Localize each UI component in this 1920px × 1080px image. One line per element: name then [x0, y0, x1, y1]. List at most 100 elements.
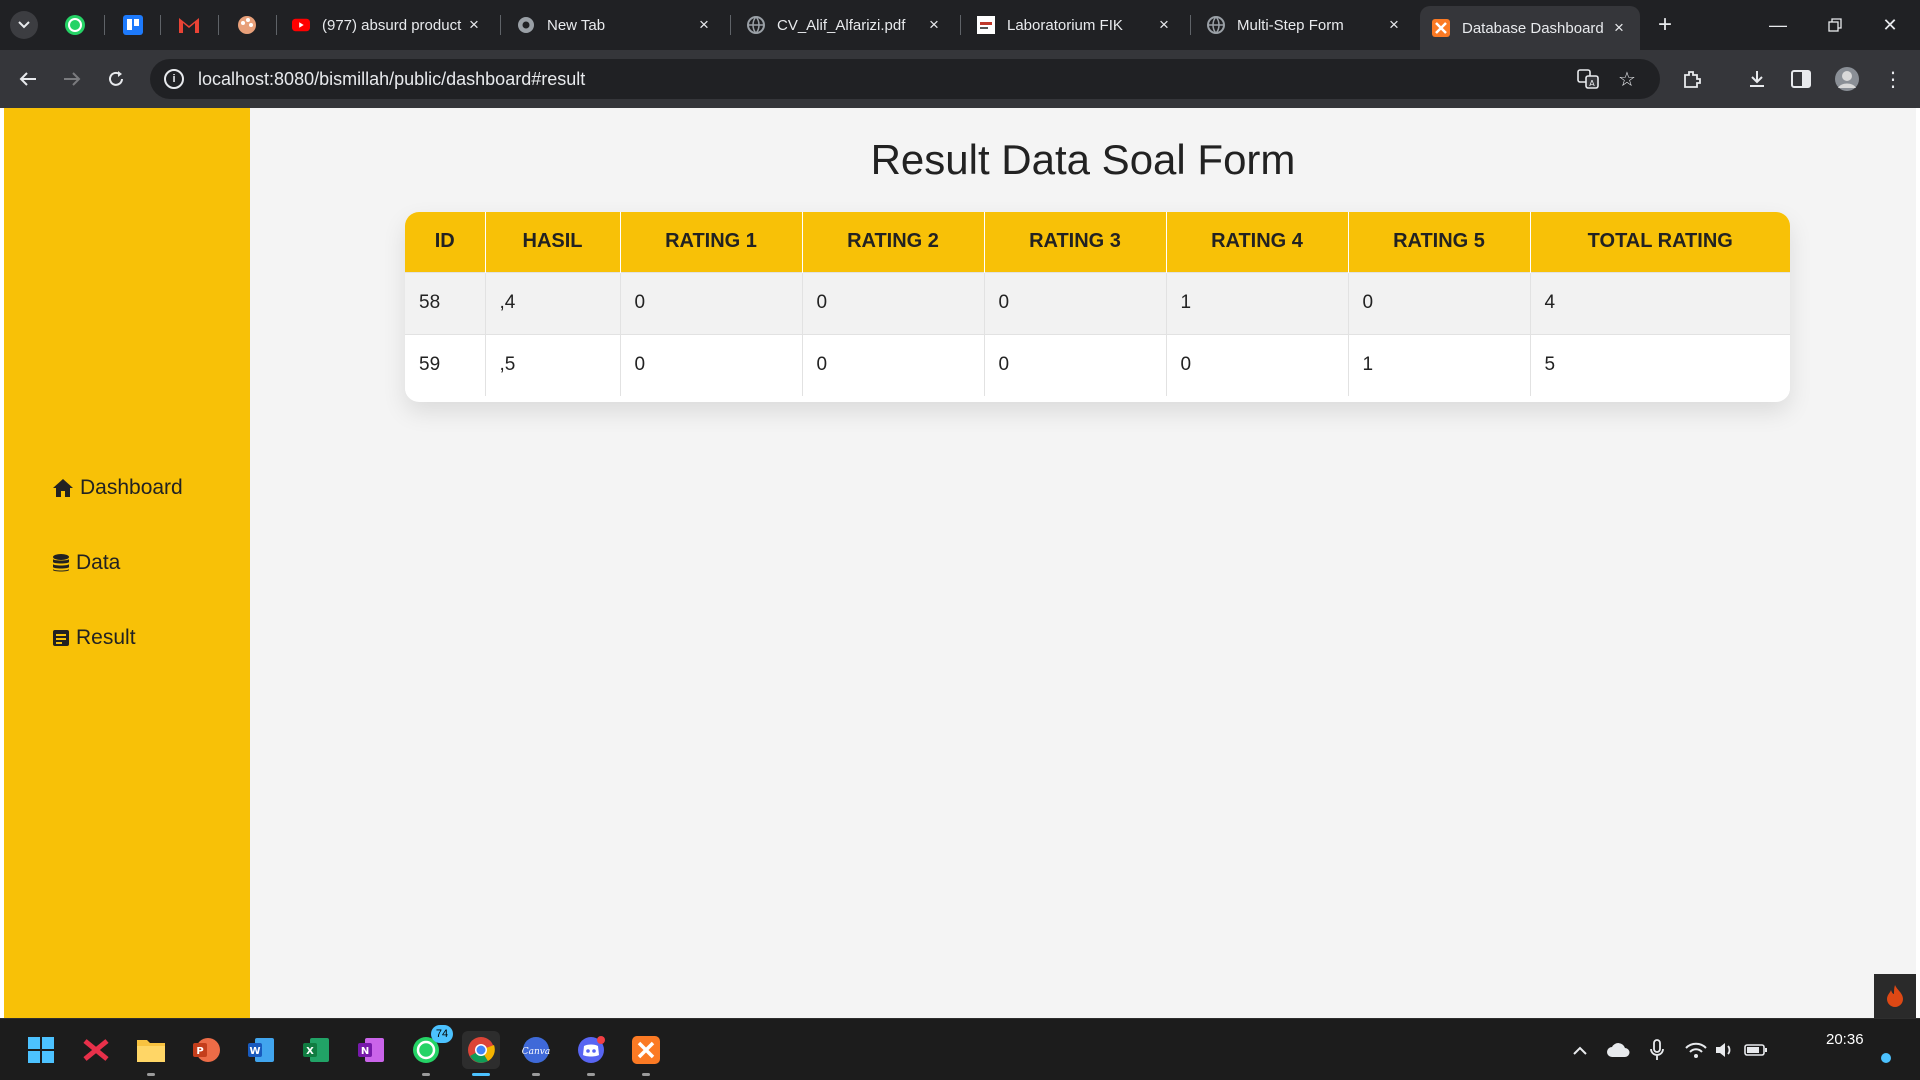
- reload-button[interactable]: [100, 63, 132, 95]
- tab-search-button[interactable]: [10, 11, 38, 39]
- close-icon[interactable]: ×: [465, 15, 483, 35]
- browser-toolbar: i localhost:8080/bismillah/public/dashbo…: [0, 50, 1920, 108]
- minimize-button[interactable]: —: [1758, 10, 1798, 40]
- youtube-icon: [292, 16, 310, 34]
- sidebar-item-label: Result: [76, 626, 136, 649]
- cell-rating-4: 1: [1166, 271, 1349, 334]
- taskbar-app-excel[interactable]: X: [297, 1031, 335, 1069]
- taskbar: P W X N 74 Canva 20:36: [0, 1018, 1920, 1080]
- tab-separator: [730, 15, 731, 35]
- cell-rating-4: 0: [1166, 333, 1349, 396]
- svg-text:P: P: [196, 1046, 203, 1057]
- window-close-button[interactable]: ✕: [1870, 10, 1910, 40]
- bookmark-star-icon[interactable]: ☆: [1612, 64, 1642, 94]
- cell-rating-2: 0: [802, 333, 985, 396]
- chrome-icon: [468, 1037, 495, 1063]
- taskbar-app-powerpoint[interactable]: P: [187, 1031, 225, 1069]
- side-panel-icon[interactable]: [1786, 64, 1816, 94]
- folder-icon: [137, 1040, 165, 1062]
- microphone-icon[interactable]: [1646, 1037, 1668, 1063]
- windows-logo-icon: [28, 1037, 54, 1063]
- reload-icon: [109, 71, 123, 86]
- close-icon[interactable]: ×: [695, 15, 713, 35]
- taskbar-clock[interactable]: 20:36: [1826, 1031, 1864, 1048]
- cell-rating-5: 1: [1348, 333, 1531, 396]
- arrow-right-icon: [64, 72, 81, 86]
- new-tab-button[interactable]: +: [1650, 10, 1680, 40]
- palette-icon: [238, 16, 256, 34]
- taskbar-app-canva[interactable]: Canva: [517, 1031, 555, 1076]
- taskbar-app-word[interactable]: W: [242, 1031, 280, 1069]
- close-icon[interactable]: ×: [925, 15, 943, 35]
- cell-hasil: ,5: [485, 333, 621, 396]
- pinned-tab-whatsapp[interactable]: [60, 10, 90, 40]
- onedrive-cloud-icon[interactable]: [1604, 1037, 1632, 1063]
- svg-text:W: W: [249, 1046, 260, 1057]
- xmind-icon: [83, 1039, 109, 1061]
- download-icon[interactable]: [1742, 64, 1772, 94]
- taskbar-app-chrome[interactable]: [462, 1031, 500, 1076]
- restore-button[interactable]: [1815, 10, 1855, 40]
- close-icon[interactable]: ×: [1155, 15, 1173, 35]
- tab-separator: [960, 15, 961, 35]
- table-header-row: ID HASIL RATING 1 RATING 2 RATING 3 RATI…: [405, 212, 1790, 272]
- column-header-id: ID: [405, 212, 486, 272]
- extensions-icon[interactable]: [1677, 64, 1707, 94]
- battery-icon[interactable]: [1742, 1037, 1770, 1063]
- table-row: 59 ,5 0 0 0 0 1 5: [405, 333, 1790, 396]
- tab-laboratorium[interactable]: Laboratorium FIK ×: [965, 8, 1185, 42]
- sidebar-item-dashboard[interactable]: Dashboard: [52, 476, 183, 500]
- close-icon[interactable]: ×: [1610, 18, 1628, 38]
- volume-icon[interactable]: [1712, 1037, 1738, 1063]
- column-header-rating-4: RATING 4: [1166, 212, 1349, 272]
- tab-separator: [500, 15, 501, 35]
- pinned-tab-gmail[interactable]: [174, 10, 204, 40]
- taskbar-app-file-explorer[interactable]: [132, 1031, 170, 1076]
- column-header-rating-3: RATING 3: [984, 212, 1167, 272]
- taskbar-app-xmind[interactable]: [77, 1031, 115, 1069]
- tab-database-dashboard[interactable]: Database Dashboard ×: [1420, 6, 1640, 50]
- translate-icon[interactable]: A: [1573, 64, 1603, 94]
- tab-cv-pdf[interactable]: CV_Alif_Alfarizi.pdf ×: [735, 8, 955, 42]
- main-content: Result Data Soal Form ID HASIL RATING 1 …: [250, 108, 1916, 1018]
- tab-youtube[interactable]: (977) absurd product ×: [280, 8, 495, 42]
- profile-avatar-icon[interactable]: [1832, 64, 1862, 94]
- notification-dot-icon[interactable]: [1876, 1045, 1896, 1071]
- discord-icon: [578, 1036, 605, 1063]
- taskbar-app-xampp[interactable]: [627, 1031, 665, 1076]
- chrome-icon: [517, 16, 535, 34]
- taskbar-app-whatsapp[interactable]: 74: [407, 1025, 453, 1076]
- sidebar-item-data[interactable]: Data: [52, 551, 120, 575]
- address-bar[interactable]: i localhost:8080/bismillah/public/dashbo…: [150, 59, 1660, 99]
- pinned-tab-trello[interactable]: [118, 10, 148, 40]
- debug-toolbar-button[interactable]: [1874, 974, 1916, 1018]
- cell-total-rating: 4: [1530, 271, 1790, 334]
- forward-button[interactable]: [56, 63, 88, 95]
- cell-hasil: ,4: [485, 271, 621, 334]
- gmail-icon: [179, 18, 199, 33]
- tab-separator: [104, 15, 105, 35]
- sidebar-item-result[interactable]: Result: [52, 626, 136, 650]
- taskbar-app-onenote[interactable]: N: [352, 1031, 390, 1069]
- column-header-rating-2: RATING 2: [802, 212, 985, 272]
- site-info-icon[interactable]: i: [164, 69, 184, 89]
- taskbar-app-discord[interactable]: [572, 1031, 610, 1076]
- svg-text:N: N: [361, 1046, 369, 1057]
- page-viewport: Dashboard Data Result Result Data Soal F…: [4, 108, 1916, 1018]
- start-button[interactable]: [22, 1031, 60, 1069]
- tab-multi-step-form[interactable]: Multi-Step Form ×: [1195, 8, 1415, 42]
- pinned-tab-palette[interactable]: [232, 10, 262, 40]
- running-indicator: [532, 1073, 540, 1076]
- running-indicator: [587, 1073, 595, 1076]
- notification-badge: 74: [431, 1025, 453, 1043]
- tab-title: CV_Alif_Alfarizi.pdf: [777, 16, 906, 34]
- close-icon[interactable]: ×: [1385, 15, 1403, 35]
- sidebar: Dashboard Data Result: [4, 108, 250, 1018]
- back-button[interactable]: [12, 63, 44, 95]
- tab-separator: [276, 15, 277, 35]
- page-title: Result Data Soal Form: [870, 136, 1296, 183]
- tab-new-tab[interactable]: New Tab ×: [505, 8, 725, 42]
- menu-kebab-icon[interactable]: ⋮: [1878, 64, 1908, 94]
- tray-overflow-chevron-icon[interactable]: [1568, 1037, 1592, 1063]
- wifi-icon[interactable]: [1682, 1037, 1710, 1063]
